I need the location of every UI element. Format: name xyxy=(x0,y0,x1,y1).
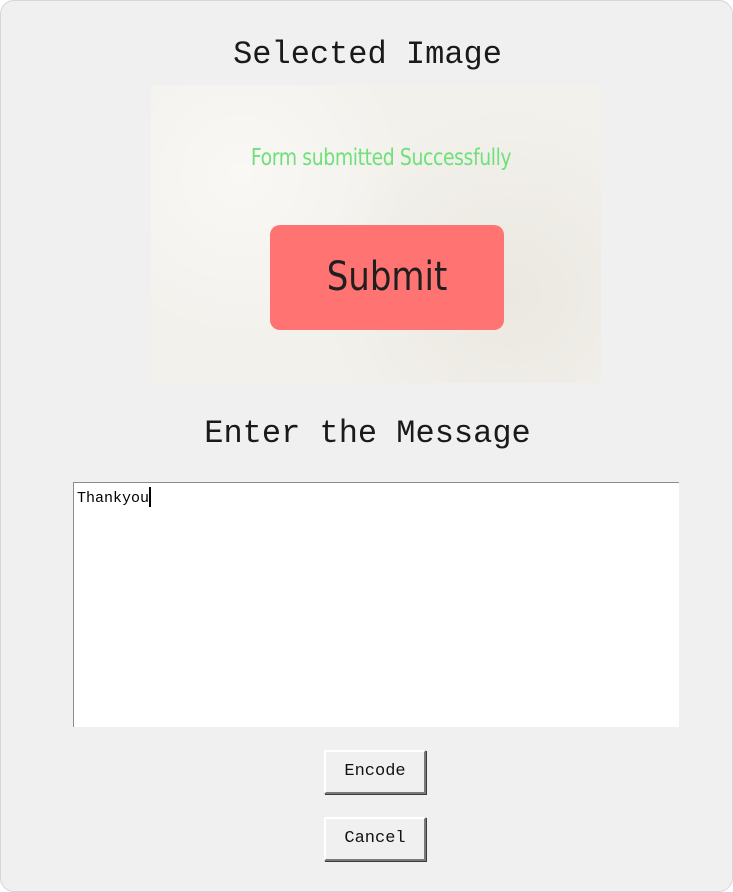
encode-button[interactable]: Encode xyxy=(324,750,426,794)
encode-dialog-window: Selected Image Form submitted Successful… xyxy=(0,0,733,892)
selected-image-preview: Form submitted Successfully Submit xyxy=(151,85,601,383)
selected-image-title: Selected Image xyxy=(233,36,502,73)
message-textarea[interactable]: Thankyou xyxy=(73,482,679,727)
message-title: Enter the Message xyxy=(204,415,531,452)
message-text: Thankyou xyxy=(77,490,150,507)
cancel-button[interactable]: Cancel xyxy=(324,817,426,861)
preview-submit-label: Submit xyxy=(326,254,448,300)
text-caret xyxy=(149,487,152,507)
preview-submit-button-image: Submit xyxy=(270,225,504,330)
preview-success-text: Form submitted Successfully xyxy=(250,145,512,171)
